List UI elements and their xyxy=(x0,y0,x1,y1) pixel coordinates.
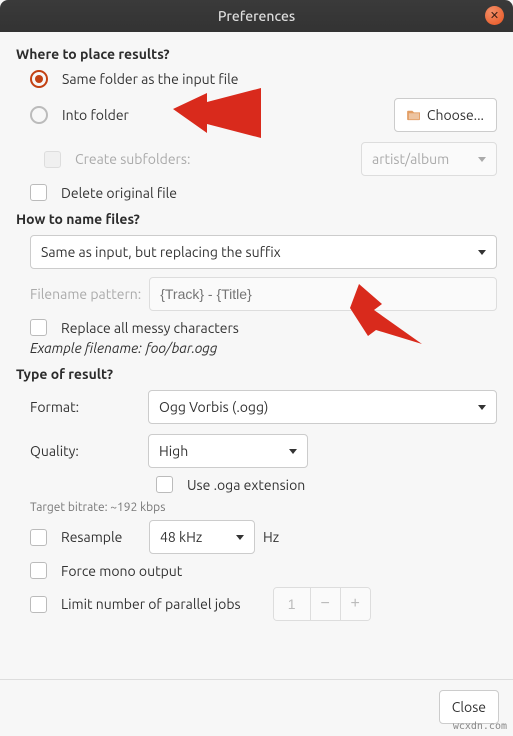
close-button[interactable]: Close xyxy=(439,690,499,724)
checkbox-use-oga[interactable] xyxy=(156,476,173,493)
chevron-down-icon xyxy=(289,449,297,454)
folder-icon xyxy=(407,109,421,121)
checkbox-delete-original[interactable] xyxy=(30,184,47,201)
choose-button[interactable]: Choose... xyxy=(394,98,497,132)
naming-mode-value: Same as input, but replacing the suffix xyxy=(41,244,281,260)
format-dropdown[interactable]: Ogg Vorbis (.ogg) xyxy=(148,390,497,424)
format-value: Ogg Vorbis (.ogg) xyxy=(159,399,268,415)
checkbox-create-subfolders-label: Create subfolders: xyxy=(75,151,190,167)
checkbox-create-subfolders[interactable] xyxy=(44,151,61,168)
quality-label: Quality: xyxy=(30,443,140,459)
checkbox-replace-messy-label: Replace all messy characters xyxy=(61,320,239,336)
window-title: Preferences xyxy=(218,8,295,24)
resample-unit: Hz xyxy=(263,529,279,545)
checkbox-resample-label: Resample xyxy=(61,529,141,545)
quality-dropdown[interactable]: High xyxy=(148,434,308,468)
titlebar: Preferences ✕ xyxy=(0,0,513,32)
radio-into-folder-label: Into folder xyxy=(62,107,129,123)
checkbox-delete-original-label: Delete original file xyxy=(61,185,177,201)
filename-pattern-input[interactable] xyxy=(149,277,497,311)
chevron-down-icon xyxy=(478,157,486,162)
watermark: wcxdn.com xyxy=(453,721,507,732)
checkbox-use-oga-label: Use .oga extension xyxy=(187,477,305,493)
example-filename: Example filename: foo/bar.ogg xyxy=(16,340,497,356)
naming-mode-dropdown[interactable]: Same as input, but replacing the suffix xyxy=(30,235,497,269)
filename-pattern-label: Filename pattern: xyxy=(30,286,141,302)
close-button-label: Close xyxy=(452,699,486,715)
chevron-down-icon xyxy=(236,535,244,540)
chevron-down-icon xyxy=(478,250,486,255)
chevron-down-icon xyxy=(478,405,486,410)
resample-dropdown[interactable]: 48 kHz xyxy=(149,520,255,554)
resample-value: 48 kHz xyxy=(160,529,202,545)
jobs-minus-button[interactable]: − xyxy=(310,588,340,620)
close-icon[interactable]: ✕ xyxy=(485,6,504,25)
subfolder-template-value: artist/album xyxy=(372,151,449,167)
footer: Close xyxy=(0,679,513,736)
radio-same-folder[interactable] xyxy=(30,70,48,88)
subfolder-template-dropdown[interactable]: artist/album xyxy=(361,142,497,176)
section-name-heading: How to name files? xyxy=(16,211,497,227)
choose-button-label: Choose... xyxy=(427,107,484,123)
checkbox-limit-jobs-label: Limit number of parallel jobs xyxy=(61,596,241,612)
checkbox-replace-messy[interactable] xyxy=(30,319,47,336)
checkbox-resample[interactable] xyxy=(30,529,47,546)
format-label: Format: xyxy=(30,399,140,415)
jobs-plus-button[interactable]: + xyxy=(340,588,370,620)
section-place-heading: Where to place results? xyxy=(16,46,497,62)
target-bitrate: Target bitrate: ~192 kbps xyxy=(16,501,497,514)
checkbox-force-mono[interactable] xyxy=(30,562,47,579)
jobs-value-input[interactable] xyxy=(274,588,310,620)
radio-same-folder-label: Same folder as the input file xyxy=(62,71,239,87)
checkbox-limit-jobs[interactable] xyxy=(30,596,47,613)
radio-into-folder[interactable] xyxy=(30,106,48,124)
jobs-spinner[interactable]: − + xyxy=(273,587,371,621)
section-type-heading: Type of result? xyxy=(16,366,497,382)
quality-value: High xyxy=(159,443,188,459)
checkbox-force-mono-label: Force mono output xyxy=(61,563,182,579)
